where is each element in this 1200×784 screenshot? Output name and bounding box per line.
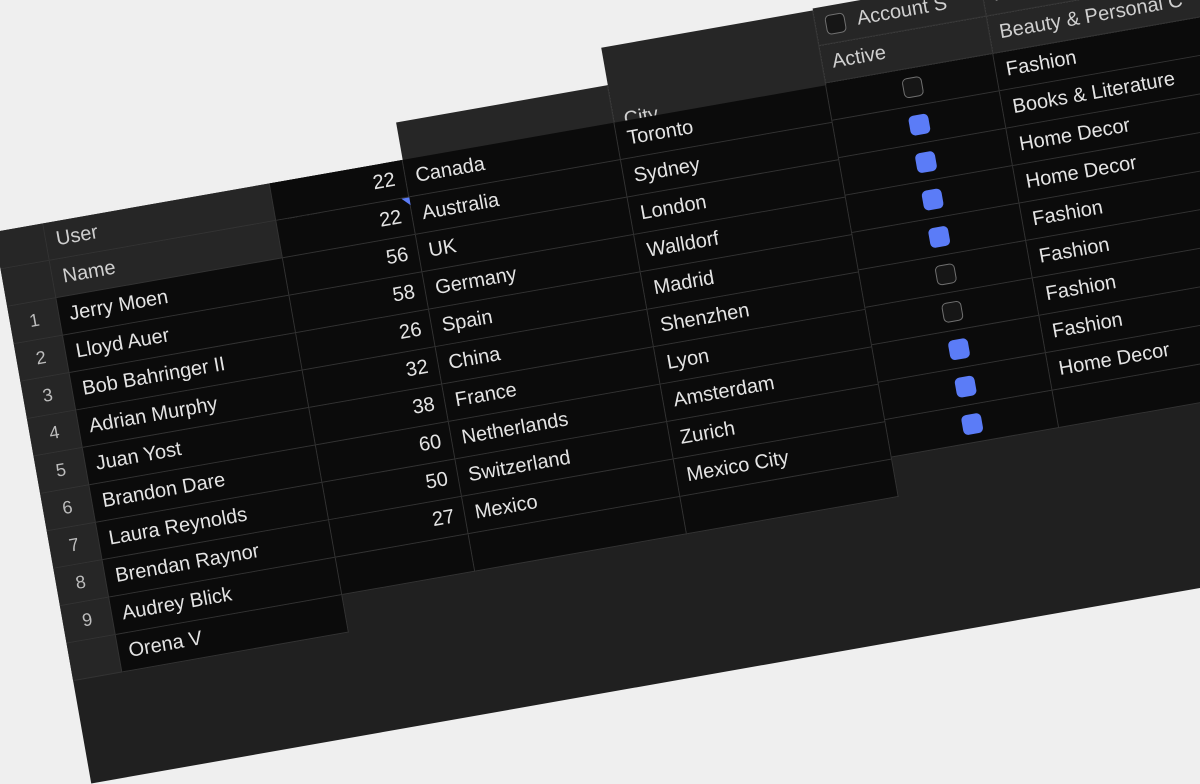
checkbox-checked[interactable] (920, 187, 944, 211)
checkbox-checked[interactable] (953, 374, 977, 398)
spreadsheet-scene: UserAgeCountryCityAccount SInterestsName… (0, 0, 1200, 784)
data-grid: UserAgeCountryCityAccount SInterestsName… (0, 0, 1200, 784)
checkbox-unchecked[interactable] (933, 262, 957, 286)
checkbox-unchecked[interactable] (900, 75, 924, 99)
checkbox-checked[interactable] (946, 337, 971, 361)
checkbox-checked[interactable] (907, 112, 931, 136)
row-number[interactable] (66, 634, 123, 682)
select-all-checkbox[interactable] (823, 11, 848, 35)
checkbox-checked[interactable] (960, 412, 984, 436)
checkbox-checked[interactable] (927, 224, 951, 249)
checkbox-unchecked[interactable] (940, 299, 964, 323)
fill-handle-marker[interactable] (401, 197, 411, 207)
checkbox-checked[interactable] (913, 150, 938, 174)
